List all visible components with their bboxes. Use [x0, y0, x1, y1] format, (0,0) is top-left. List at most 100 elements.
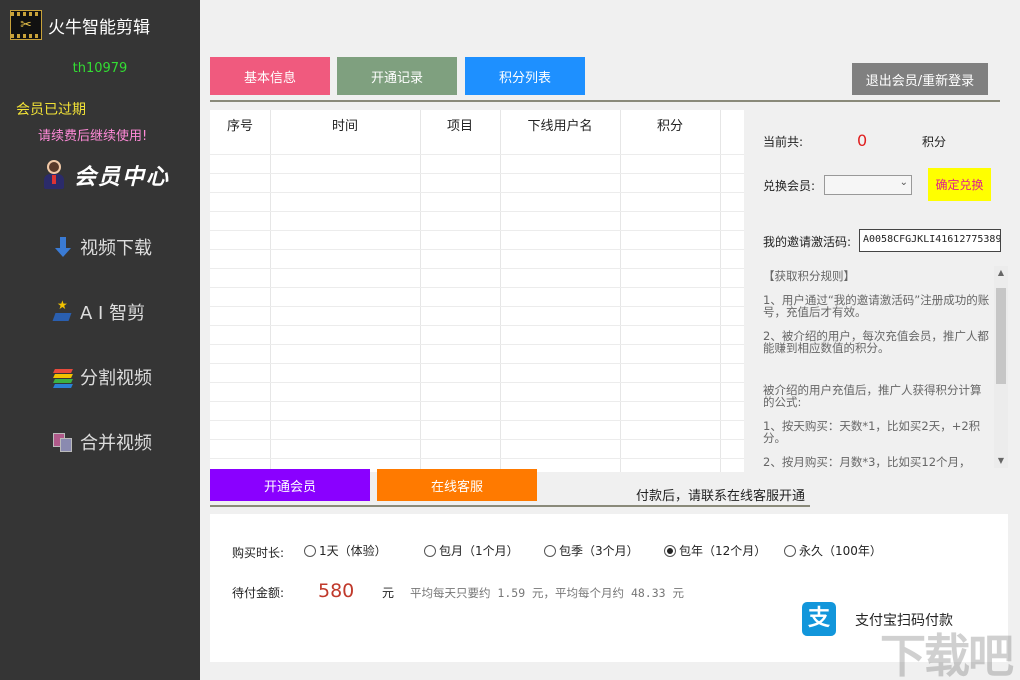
- column-header-points: 积分: [620, 110, 720, 138]
- nav-label: 分割视频: [80, 364, 152, 390]
- invite-code-field[interactable]: A0058CFGJKLI416127753891: [859, 229, 1001, 252]
- option-label: 永久（100年）: [799, 542, 882, 559]
- table-row-divider: [210, 363, 744, 364]
- sidebar: ✂ 火牛智能剪辑 th10979 会员已过期 请续费后继续使用! 会员中心 视频…: [0, 0, 200, 680]
- user-id: th10979: [0, 61, 200, 76]
- table-row-divider: [210, 344, 744, 345]
- tab-basic-info[interactable]: 基本信息: [210, 57, 330, 95]
- nav-split-video[interactable]: 分割视频: [52, 363, 152, 391]
- table-row-divider: [210, 401, 744, 402]
- option-label: 包年（12个月）: [679, 542, 766, 559]
- table-column-divider: [720, 110, 721, 472]
- radio-icon: [544, 545, 556, 557]
- logout-relogin-button[interactable]: 退出会员/重新登录: [852, 63, 988, 95]
- split-video-icon: [52, 366, 74, 388]
- renew-hint: 请续费后继续使用!: [38, 125, 147, 144]
- table-row-divider: [210, 382, 744, 383]
- open-member-button[interactable]: 开通会员: [210, 469, 370, 501]
- nav-video-download[interactable]: 视频下载: [52, 233, 152, 261]
- tab-open-records[interactable]: 开通记录: [337, 57, 457, 95]
- table-row-divider: [210, 192, 744, 193]
- table-column-divider: [270, 110, 271, 472]
- radio-selected-icon: [664, 545, 676, 557]
- table-row-divider: [210, 420, 744, 421]
- merge-video-icon: [52, 431, 74, 453]
- column-header-time: 时间: [270, 110, 420, 138]
- column-header-index: 序号: [210, 110, 270, 138]
- confirm-exchange-button[interactable]: 确定兑换: [928, 168, 991, 201]
- online-service-button[interactable]: 在线客服: [377, 469, 537, 501]
- rules-line: 1、按天购买：天数*1，比如买2天，+2积分。: [763, 420, 991, 444]
- table-row-divider: [210, 249, 744, 250]
- film-scissors-logo-icon: ✂: [10, 10, 42, 40]
- table-row-divider: [210, 287, 744, 288]
- points-rules-text: 【获取积分规则】 1、用户通过“我的邀请激活码”注册成功的账号，充值后才有效。 …: [763, 270, 991, 468]
- app-title: 火牛智能剪辑: [48, 13, 150, 38]
- radio-icon: [784, 545, 796, 557]
- tab-divider: [210, 100, 1000, 102]
- member-center-label: 会员中心: [74, 159, 170, 191]
- table-row-divider: [210, 154, 744, 155]
- table-row-divider: [210, 173, 744, 174]
- duration-option-1-day[interactable]: 1天（体验）: [304, 542, 387, 559]
- table-row-divider: [210, 211, 744, 212]
- rules-line: 1、用户通过“我的邀请激活码”注册成功的账号，充值后才有效。: [763, 294, 991, 318]
- table-row-divider: [210, 230, 744, 231]
- nav-label: A I 智剪: [80, 299, 145, 325]
- rules-line: 被介绍的用户充值后，推广人获得积分计算的公式:: [763, 384, 991, 408]
- table-row-divider: [210, 268, 744, 269]
- chevron-down-icon: ⌄: [900, 177, 908, 188]
- average-price-text: 平均每天只要约 1.59 元，平均每个月约 48.33 元: [410, 585, 684, 601]
- invite-code-label: 我的邀请激活码:: [763, 233, 851, 250]
- exchange-member-select[interactable]: ⌄: [824, 175, 912, 195]
- amount-label: 待付金额:: [232, 584, 284, 601]
- points-table[interactable]: 序号 时间 项目 下线用户名 积分: [210, 110, 744, 472]
- member-status: 会员已过期: [16, 99, 86, 119]
- amount-unit: 元: [382, 584, 394, 601]
- radio-icon: [304, 545, 316, 557]
- member-center-button[interactable]: 会员中心: [42, 155, 170, 195]
- scroll-up-icon[interactable]: ▲: [994, 266, 1008, 280]
- table-row-divider: [210, 439, 744, 440]
- column-header-item: 项目: [420, 110, 500, 138]
- watermark-logo: 下载吧: [880, 620, 1012, 680]
- table-column-divider: [420, 110, 421, 472]
- table-row-divider: [210, 325, 744, 326]
- duration-option-3-month[interactable]: 包季（3个月）: [544, 542, 639, 559]
- payment-divider: [210, 505, 810, 507]
- rules-title: 【获取积分规则】: [763, 270, 991, 282]
- rules-scrollbar[interactable]: ▲ ▼: [994, 266, 1008, 468]
- nav-label: 视频下载: [80, 234, 152, 260]
- duration-label: 购买时长:: [232, 544, 284, 561]
- current-points-value: 0: [857, 131, 867, 150]
- rules-line: 2、按月购买：月数*3，比如买12个月，+36: [763, 456, 991, 468]
- nav-merge-video[interactable]: 合并视频: [52, 428, 152, 456]
- current-points-label: 当前共:: [763, 133, 803, 150]
- exchange-member-label: 兑换会员:: [763, 177, 815, 194]
- scrollbar-thumb[interactable]: [996, 288, 1006, 384]
- table-row-divider: [210, 306, 744, 307]
- payment-hint: 付款后，请联系在线客服开通: [636, 485, 805, 504]
- nav-ai-edit[interactable]: A I 智剪: [52, 298, 145, 326]
- nav-label: 合并视频: [80, 429, 152, 455]
- download-arrow-icon: [52, 236, 74, 258]
- scroll-down-icon[interactable]: ▼: [994, 454, 1008, 468]
- main-panel: 基本信息 开通记录 积分列表 退出会员/重新登录 序号 时间 项目 下线用户名 …: [200, 0, 1020, 680]
- table-column-divider: [500, 110, 501, 472]
- duration-option-12-month[interactable]: 包年（12个月）: [664, 542, 766, 559]
- member-avatar-icon: [42, 160, 66, 190]
- points-rules-box[interactable]: 【获取积分规则】 1、用户通过“我的邀请激活码”注册成功的账号，充值后才有效。 …: [760, 266, 1008, 468]
- amount-value: 580: [318, 580, 354, 602]
- alipay-icon[interactable]: 支: [802, 602, 836, 636]
- duration-option-100-year[interactable]: 永久（100年）: [784, 542, 882, 559]
- option-label: 1天（体验）: [319, 542, 387, 559]
- current-points-unit: 积分: [922, 133, 946, 150]
- duration-option-1-month[interactable]: 包月（1个月）: [424, 542, 519, 559]
- rules-line: 2、被介绍的用户，每次充值会员，推广人都能赚到相应数值的积分。: [763, 330, 991, 354]
- tab-points-list[interactable]: 积分列表: [465, 57, 585, 95]
- ai-edit-icon: [52, 301, 74, 323]
- column-header-downline-user: 下线用户名: [500, 110, 620, 138]
- table-column-divider: [620, 110, 621, 472]
- option-label: 包季（3个月）: [559, 542, 639, 559]
- radio-icon: [424, 545, 436, 557]
